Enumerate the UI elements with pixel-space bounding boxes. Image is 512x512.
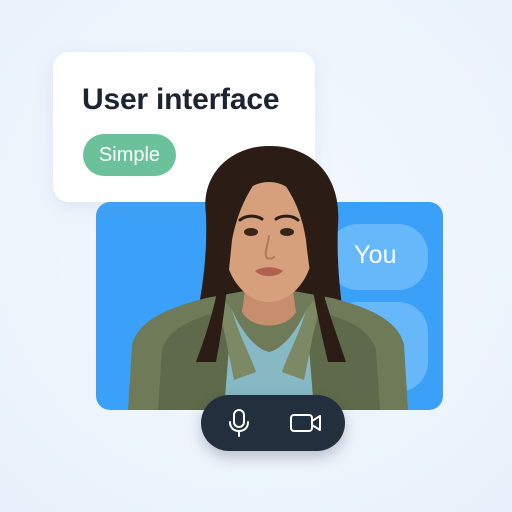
person-video-feed: [128, 145, 408, 410]
video-camera-button[interactable]: [285, 403, 327, 443]
microphone-button[interactable]: [219, 403, 259, 443]
card-title: User interface: [82, 83, 280, 116]
microphone-icon: [229, 409, 249, 437]
call-control-bar: [201, 395, 345, 451]
video-camera-icon: [290, 414, 321, 432]
